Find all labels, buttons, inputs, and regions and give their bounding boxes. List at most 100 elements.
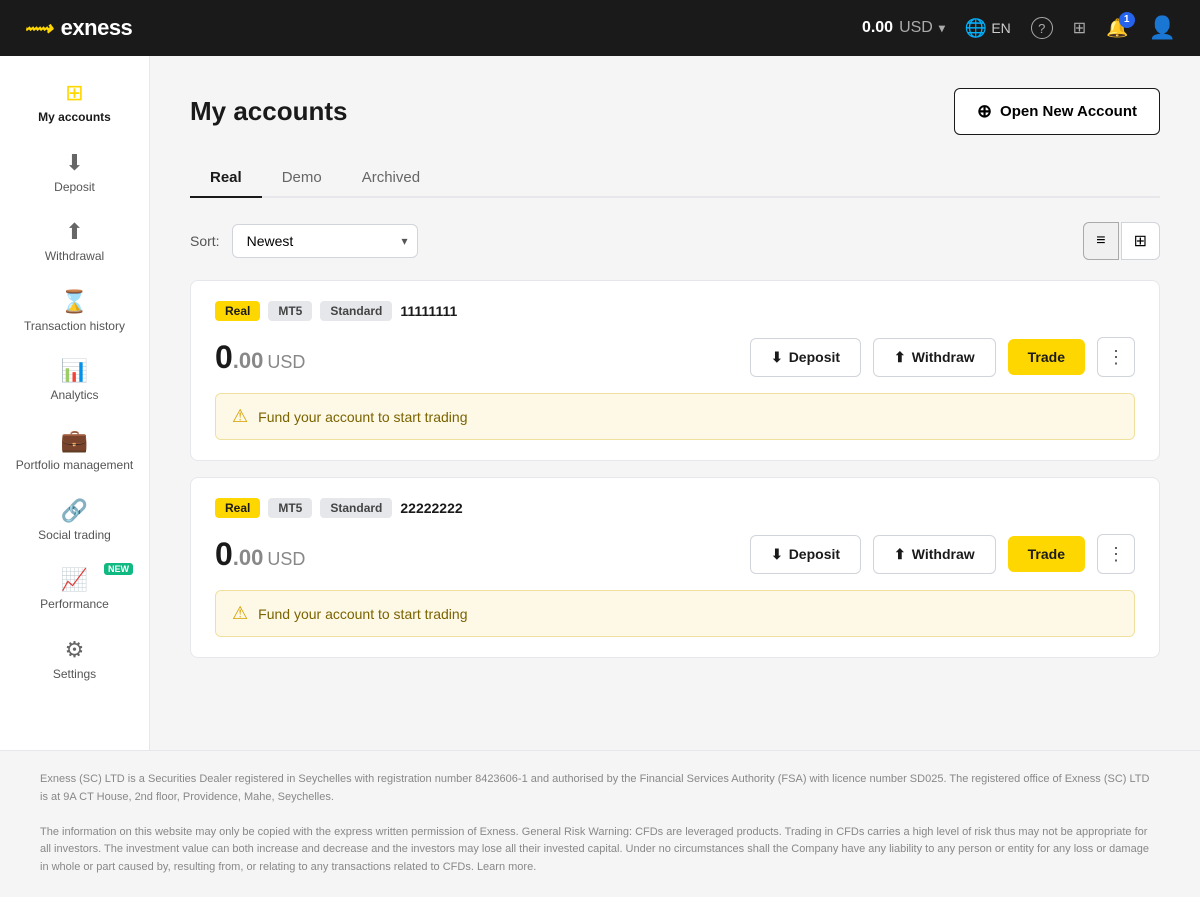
account-card-body-1: 0.00USD ⬇ Deposit ⬆ Withdraw Trade xyxy=(215,337,1135,377)
sidebar-item-portfolio[interactable]: 💼 Portfolio management xyxy=(0,416,149,486)
account-type-badge-2: Real xyxy=(215,498,260,518)
account-platform-badge-2: MT5 xyxy=(268,498,312,518)
logo-icon: ⟿ xyxy=(24,16,53,41)
account-number-1: 11111111 xyxy=(400,303,457,319)
footer-line-1: Exness (SC) LTD is a Securities Dealer r… xyxy=(40,771,1160,806)
accounts-toolbar: Sort: Newest Oldest Balance (High to Low… xyxy=(190,222,1160,260)
trade-button-2[interactable]: Trade xyxy=(1008,536,1085,572)
sort-select-wrap: Newest Oldest Balance (High to Low) Bala… xyxy=(232,224,418,258)
main-content: My accounts ⊕ Open New Account Real Demo… xyxy=(150,56,1200,750)
withdraw-button-2[interactable]: ⬆ Withdraw xyxy=(873,535,996,574)
tab-demo[interactable]: Demo xyxy=(262,159,342,198)
view-toggle: ≡ ⊞ xyxy=(1083,222,1160,260)
withdraw-button-1[interactable]: ⬆ Withdraw xyxy=(873,338,996,377)
deposit-button-1[interactable]: ⬇ Deposit xyxy=(750,338,861,377)
ellipsis-icon-2: ⋮ xyxy=(1107,544,1125,565)
warning-text-2: Fund your account to start trading xyxy=(258,606,467,622)
sidebar-item-settings[interactable]: ⚙ Settings xyxy=(0,625,149,695)
fund-warning-1: ⚠ Fund your account to start trading xyxy=(215,393,1135,440)
social-trading-icon: 🔗 xyxy=(61,498,88,524)
account-actions-1: ⬇ Deposit ⬆ Withdraw Trade ⋮ xyxy=(750,337,1135,377)
tab-archived[interactable]: Archived xyxy=(342,159,440,198)
balance-currency: USD xyxy=(899,19,933,37)
deposit-icon-1: ⬇ xyxy=(771,349,783,366)
balance-whole-2: 0 xyxy=(215,536,233,572)
trade-button-1[interactable]: Trade xyxy=(1008,339,1085,375)
account-balance-2: 0.00USD xyxy=(215,536,305,573)
chevron-down-icon: ▾ xyxy=(939,21,945,35)
sidebar-item-withdrawal[interactable]: ⬆ Withdrawal xyxy=(0,207,149,277)
new-badge: NEW xyxy=(104,563,133,575)
notification-count: 1 xyxy=(1119,12,1135,28)
withdraw-icon-1: ⬆ xyxy=(894,349,906,366)
deposit-button-2[interactable]: ⬇ Deposit xyxy=(750,535,861,574)
notifications-button[interactable]: 🔔 1 xyxy=(1106,18,1128,39)
list-icon: ≡ xyxy=(1096,232,1105,249)
open-new-account-button[interactable]: ⊕ Open New Account xyxy=(954,88,1160,135)
footer: Exness (SC) LTD is a Securities Dealer r… xyxy=(0,750,1200,897)
help-button[interactable]: ? xyxy=(1031,17,1053,39)
sidebar-item-transaction-history[interactable]: ⌛ Transaction history xyxy=(0,277,149,347)
balance-currency-2: USD xyxy=(267,549,305,569)
more-options-button-2[interactable]: ⋮ xyxy=(1097,534,1135,574)
sidebar-item-analytics[interactable]: 📊 Analytics xyxy=(0,346,149,416)
sidebar-item-social-trading[interactable]: 🔗 Social trading xyxy=(0,486,149,556)
page-header: My accounts ⊕ Open New Account xyxy=(190,88,1160,135)
grid-view-button[interactable]: ⊞ xyxy=(1121,222,1160,260)
account-platform-badge-1: MT5 xyxy=(268,301,312,321)
fund-warning-2: ⚠ Fund your account to start trading xyxy=(215,590,1135,637)
sidebar-item-my-accounts[interactable]: ⊞ My accounts xyxy=(0,68,149,138)
balance-whole-1: 0 xyxy=(215,339,233,375)
open-account-label: Open New Account xyxy=(1000,103,1137,120)
balance-amount: 0.00 xyxy=(862,19,893,37)
balance-currency-1: USD xyxy=(267,352,305,372)
sidebar-item-deposit[interactable]: ⬇ Deposit xyxy=(0,138,149,208)
account-card-header-2: Real MT5 Standard 22222222 xyxy=(215,498,1135,518)
sidebar-label-settings: Settings xyxy=(53,667,96,683)
list-view-button[interactable]: ≡ xyxy=(1083,222,1118,260)
sort-select[interactable]: Newest Oldest Balance (High to Low) Bala… xyxy=(232,224,418,258)
logo-area: ⟿ exness 🕊 xyxy=(24,15,846,41)
warning-text-1: Fund your account to start trading xyxy=(258,409,467,425)
nav-right: 0.00 USD ▾ 🌐 EN ? ⊞ 🔔 1 👤 xyxy=(862,15,1176,41)
warning-icon-1: ⚠ xyxy=(232,406,248,427)
globe-icon: 🌐 xyxy=(965,18,987,39)
deposit-icon: ⬇ xyxy=(65,150,83,176)
withdraw-icon-2: ⬆ xyxy=(894,546,906,563)
grid-view-icon: ⊞ xyxy=(1134,233,1147,250)
sidebar-label-withdrawal: Withdrawal xyxy=(45,249,104,265)
balance-display[interactable]: 0.00 USD ▾ xyxy=(862,19,945,37)
balance-decimal-2: .00 xyxy=(233,545,264,570)
tab-real[interactable]: Real xyxy=(190,159,262,198)
sidebar-label-deposit: Deposit xyxy=(54,180,95,196)
sidebar-item-performance[interactable]: 📈 Performance NEW xyxy=(0,555,149,625)
sort-wrapper: Sort: Newest Oldest Balance (High to Low… xyxy=(190,224,418,258)
question-icon: ? xyxy=(1031,17,1053,39)
sidebar: ⊞ My accounts ⬇ Deposit ⬆ Withdrawal ⌛ T… xyxy=(0,56,150,750)
account-tier-badge-1: Standard xyxy=(320,301,392,321)
account-number-2: 22222222 xyxy=(400,500,462,516)
sidebar-label-analytics: Analytics xyxy=(50,388,98,404)
sidebar-label-portfolio: Portfolio management xyxy=(16,458,133,474)
profile-button[interactable]: 👤 xyxy=(1149,15,1176,41)
grid-icon: ⊞ xyxy=(1073,18,1086,38)
analytics-icon: 📊 xyxy=(61,358,88,384)
account-balance-1: 0.00USD xyxy=(215,339,305,376)
apps-button[interactable]: ⊞ xyxy=(1073,18,1086,38)
brand-name: exness xyxy=(61,15,133,41)
plus-circle-icon: ⊕ xyxy=(977,101,992,122)
portfolio-icon: 💼 xyxy=(61,428,88,454)
account-card-1: Real MT5 Standard 11111111 0.00USD ⬇ Dep… xyxy=(190,280,1160,461)
settings-icon: ⚙ xyxy=(65,637,85,663)
warning-icon-2: ⚠ xyxy=(232,603,248,624)
page-title: My accounts xyxy=(190,96,348,127)
language-selector[interactable]: 🌐 EN xyxy=(965,18,1011,39)
ellipsis-icon-1: ⋮ xyxy=(1107,347,1125,368)
sidebar-label-social: Social trading xyxy=(38,528,111,544)
logo-bird: 🕊 xyxy=(142,16,167,41)
deposit-icon-2: ⬇ xyxy=(771,546,783,563)
top-navigation: ⟿ exness 🕊 0.00 USD ▾ 🌐 EN ? ⊞ 🔔 1 👤 xyxy=(0,0,1200,56)
account-card-body-2: 0.00USD ⬇ Deposit ⬆ Withdraw Trade xyxy=(215,534,1135,574)
more-options-button-1[interactable]: ⋮ xyxy=(1097,337,1135,377)
balance-decimal-1: .00 xyxy=(233,348,264,373)
